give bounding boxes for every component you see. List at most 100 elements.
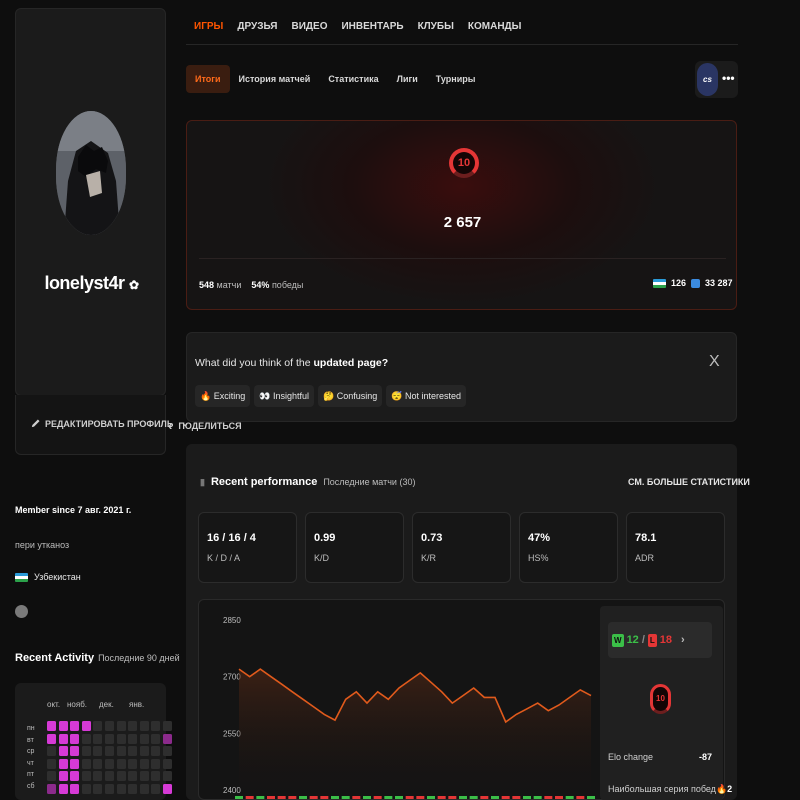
stat-value: 0.99 (314, 532, 336, 544)
nav-tab-games[interactable]: ИГРЫ (194, 21, 223, 32)
performance-subtitle: Последние матчи (30) (323, 477, 416, 487)
edit-profile-label: РЕДАКТИРОВАТЬ ПРОФИЛЬ (45, 418, 174, 429)
heatmap-grid (47, 721, 172, 794)
stat-value: 47% (528, 532, 551, 544)
stat-label: HS% (528, 553, 549, 563)
uzbekistan-flag-icon (653, 278, 666, 288)
share-label: ПОДЕЛИТЬСЯ (178, 420, 242, 431)
match-result-marker (235, 796, 243, 799)
feedback-option-insightful[interactable]: 👀 Insightful (254, 385, 315, 407)
verified-icon: ✿ (129, 278, 139, 292)
match-result-marker (448, 796, 457, 799)
y-tick-label: 2850 (223, 616, 241, 625)
stat-value: 0.73 (421, 532, 443, 544)
stat-label: K / D / A (207, 553, 241, 563)
feedback-option-not-interested[interactable]: 😴 Not interested (386, 385, 467, 407)
match-result-marker (288, 796, 297, 799)
y-tick-label: 2700 (223, 673, 241, 682)
feedback-option-exciting[interactable]: 🔥 Exciting (195, 385, 251, 407)
profile-card: lonelyst4r ✿ (15, 8, 166, 396)
month-label: нояб. (67, 700, 88, 709)
fire-icon: 🔥 (715, 784, 728, 794)
elo-change-row: Elo change -87 (608, 752, 712, 762)
country-rank: 126 (671, 278, 687, 288)
performance-header: ▮ Recent performance Последние матчи (30… (200, 476, 415, 488)
match-result-marker (565, 796, 574, 799)
cs-game-icon[interactable]: cs (697, 63, 718, 96)
separator: / (641, 634, 645, 646)
match-result-marker (523, 796, 531, 799)
pencil-icon (31, 419, 40, 428)
elo-change-value: -87 (698, 752, 712, 762)
losses-count: 18 (659, 634, 673, 646)
win-streak-value: 2 (727, 784, 733, 794)
feedback-option-confusing[interactable]: 🤔 Confusing (318, 385, 383, 407)
month-label: янв. (129, 700, 145, 709)
match-result-marker (309, 796, 318, 799)
match-result-marker (437, 796, 446, 799)
stat-label: K/R (421, 553, 437, 563)
tab-statistics[interactable]: Статистика (319, 65, 387, 93)
summary-side-card: W 12 / L 18 › 10 Elo change -87 Наибольш… (600, 606, 732, 800)
match-result-marker (277, 796, 286, 799)
country: Узбекистан (15, 572, 81, 582)
feedback-options: 🔥 Exciting 👀 Insightful 🤔 Confusing 😴 No… (195, 385, 467, 407)
winrate-value: 54% (251, 280, 270, 290)
match-result-marker (395, 796, 403, 799)
tab-match-history[interactable]: История матчей (230, 65, 320, 93)
stat-label: K/D (314, 553, 330, 563)
match-result-marker (587, 796, 595, 799)
match-result-marker (459, 796, 467, 799)
nav-tab-video[interactable]: ВИДЕО (291, 21, 327, 32)
eyes-icon: 👀 (259, 391, 271, 401)
avatar[interactable] (56, 111, 126, 235)
nav-tab-teams[interactable]: КОМАНДЫ (468, 21, 522, 32)
match-result-marker (533, 796, 542, 799)
sub-tabs: Итоги История матчей Статистика Лиги Тур… (186, 65, 484, 93)
bio: пери утканоз (15, 540, 70, 550)
chevron-right-icon[interactable]: › (681, 634, 685, 646)
uzbekistan-flag-icon (15, 572, 28, 582)
match-result-marker (256, 796, 265, 799)
game-selector[interactable]: cs ••• (695, 61, 738, 98)
nav-tab-inventory[interactable]: ИНВЕНТАРЬ (341, 21, 403, 32)
match-result-marker (384, 796, 393, 799)
matches-label: матчи (216, 280, 242, 290)
win-loss-box[interactable]: W 12 / L 18 › (608, 622, 712, 658)
more-icon[interactable]: ••• (722, 71, 735, 85)
day-label: сб (27, 782, 35, 790)
performance-card: ▮ Recent performance Последние матчи (30… (186, 444, 750, 800)
stat-value: 78.1 (635, 532, 657, 544)
match-result-marker (469, 796, 478, 799)
edit-profile-button[interactable]: РЕДАКТИРОВАТЬ ПРОФИЛЬ ⌄ (30, 418, 189, 429)
day-label: ср (27, 748, 35, 755)
nav-tab-clubs[interactable]: КЛУБЫ (418, 21, 454, 32)
member-since: Member since 7 авг. 2021 г. (15, 505, 132, 515)
elo-value: 2 657 (443, 214, 482, 231)
username: lonelyst4r ✿ (44, 273, 139, 293)
activity-subtitle: Последние 90 дней (98, 653, 180, 663)
match-result-marker (373, 796, 382, 799)
tab-tournaments[interactable]: Турниры (427, 65, 485, 93)
match-result-marker (576, 796, 585, 799)
feedback-question-bold: updated page? (313, 357, 389, 369)
tab-leagues[interactable]: Лиги (388, 65, 427, 93)
match-result-marker (299, 796, 307, 799)
elo-card: 10 2 657 548 матчи 54% победы 126 33 287 (186, 120, 737, 310)
feedback-question: What did you think of the updated page? (195, 357, 389, 369)
world-rank: 33 287 (705, 278, 733, 288)
win-streak-label: Наибольшая серия побед (608, 784, 716, 794)
stat-card-kda: 16 / 16 / 4 K / D / A (198, 512, 297, 583)
match-result-marker (405, 796, 414, 799)
match-result-marker (491, 796, 499, 799)
activity-heatmap: окт. нояб. дек. янв. пн вт ср чт пт сб (15, 683, 172, 800)
tab-summary[interactable]: Итоги (186, 65, 230, 93)
nav-tab-friends[interactable]: ДРУЗЬЯ (237, 21, 277, 32)
see-more-stats-link[interactable]: СМ. БОЛЬШЕ СТАТИСТИКИ (628, 477, 750, 487)
fire-icon: 🔥 (200, 391, 212, 401)
close-icon[interactable]: X (709, 353, 720, 371)
steam-icon[interactable] (15, 605, 28, 618)
elo-chart[interactable]: 2850 2700 2550 2400 (199, 600, 599, 800)
win-badge: W (612, 633, 624, 647)
stat-card-hs: 47% HS% (519, 512, 618, 583)
